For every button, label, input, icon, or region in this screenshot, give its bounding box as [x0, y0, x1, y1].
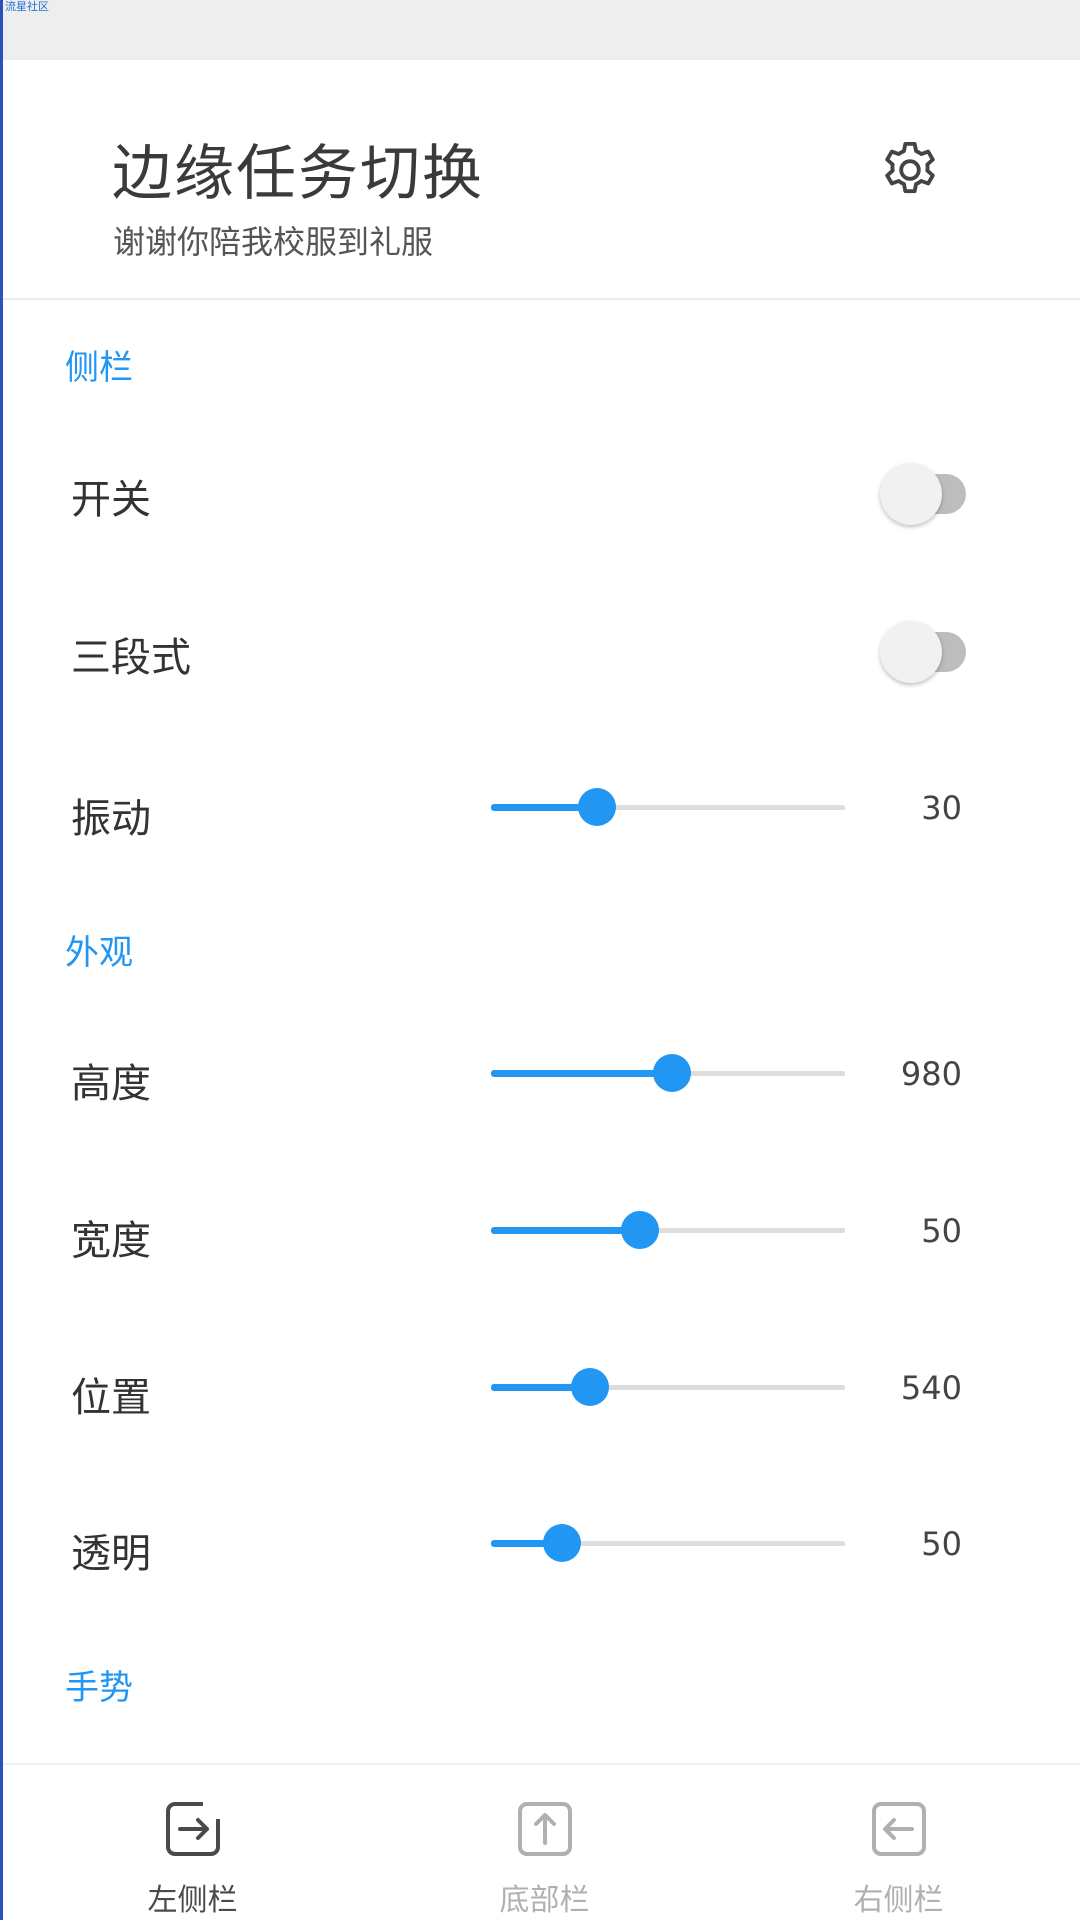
three-stage-thumb: [880, 621, 942, 683]
gear-icon: [885, 141, 935, 194]
position-value: 540: [900, 1369, 962, 1407]
width-value: 50: [921, 1212, 962, 1250]
switch-label: 开关: [71, 477, 151, 523]
width-knob[interactable]: [620, 1211, 659, 1249]
app-subtitle: 谢谢你陪我校服到礼服: [113, 223, 434, 261]
bottom-bar-icon: [517, 1802, 572, 1856]
nav-bottom-bar-label: 底部栏: [499, 1883, 590, 1918]
section-sidebar: 侧栏: [65, 348, 133, 388]
height-knob[interactable]: [652, 1054, 691, 1092]
position-label: 位置: [71, 1375, 151, 1421]
vibration-slider[interactable]: [491, 787, 845, 827]
width-fill: [491, 1227, 640, 1234]
vibration-knob[interactable]: [578, 788, 617, 826]
left-sidebar-icon: [165, 1801, 221, 1856]
position-slider[interactable]: [491, 1367, 845, 1407]
nav-left-sidebar[interactable]: 左侧栏: [13, 1765, 372, 1920]
nav-right-sidebar-label: 右侧栏: [853, 1883, 944, 1918]
app-screen: 流星社区 边缘任务切换 谢谢你陪我校服到礼服 侧栏 开关 三段式 振动 30 外…: [0, 0, 1080, 1920]
vibration-value: 30: [921, 789, 962, 827]
app-title: 边缘任务切换: [112, 139, 484, 209]
height-value: 980: [900, 1055, 962, 1093]
three-stage-label: 三段式: [71, 635, 191, 681]
switch-thumb: [880, 463, 942, 525]
width-label: 宽度: [71, 1218, 151, 1264]
right-sidebar-icon: [871, 1802, 926, 1856]
opacity-value: 50: [921, 1525, 962, 1563]
nav-right-sidebar[interactable]: 右侧栏: [719, 1765, 1078, 1920]
vibration-label: 振动: [71, 796, 151, 842]
height-fill: [491, 1070, 672, 1077]
height-label: 高度: [71, 1061, 151, 1107]
bottom-navigation: 左侧栏 底部栏 右侧栏: [3, 1763, 1080, 1920]
section-gesture: 手势: [65, 1668, 133, 1708]
status-bar: [3, 0, 1080, 60]
settings-button[interactable]: [875, 135, 945, 205]
opacity-slider[interactable]: [491, 1523, 845, 1563]
position-knob[interactable]: [571, 1368, 610, 1406]
height-slider[interactable]: [491, 1053, 845, 1093]
opacity-label: 透明: [71, 1531, 151, 1577]
three-stage-toggle[interactable]: [880, 616, 990, 683]
watermark-text: 流星社区: [5, 0, 49, 13]
nav-bottom-bar[interactable]: 底部栏: [365, 1765, 724, 1920]
switch-toggle[interactable]: [880, 458, 990, 525]
nav-left-sidebar-label: 左侧栏: [147, 1883, 238, 1918]
section-appearance: 外观: [65, 933, 133, 973]
width-slider[interactable]: [491, 1210, 845, 1250]
opacity-knob[interactable]: [542, 1524, 581, 1562]
